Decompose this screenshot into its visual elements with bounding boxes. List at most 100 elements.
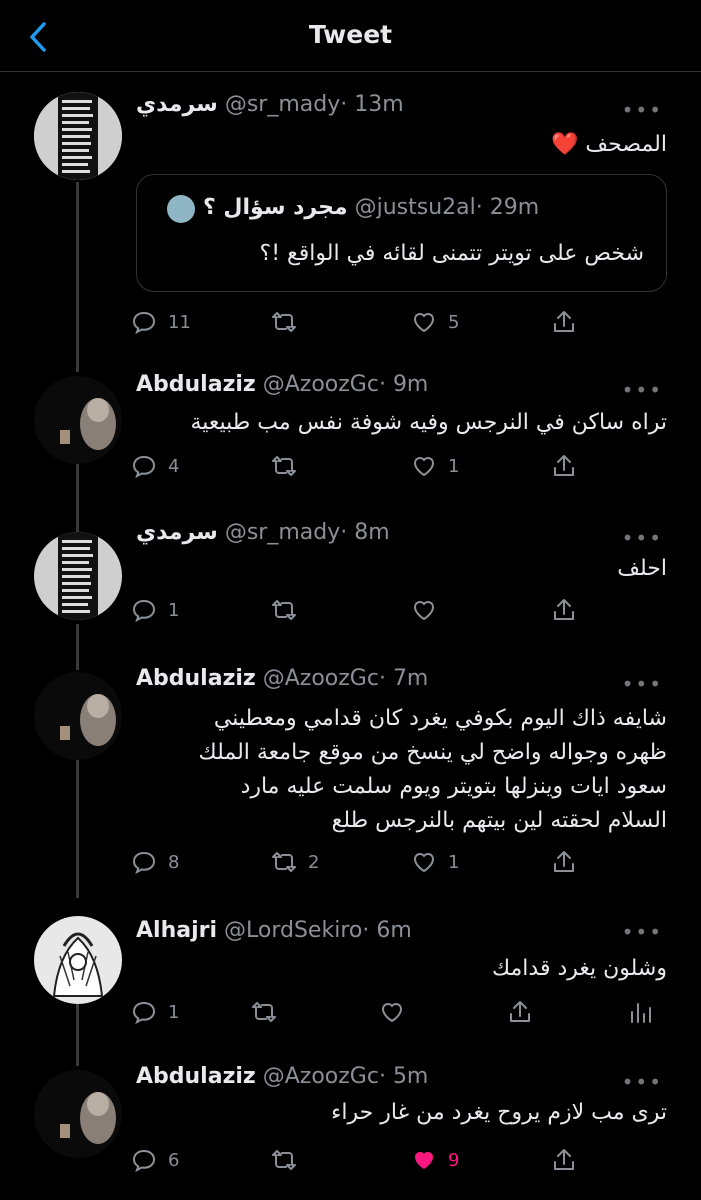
timestamp: · 7m [378,666,429,691]
tweet-line: وشلون يغرد قدامك [491,956,667,981]
avatar[interactable] [34,92,122,180]
reply-count: 1 [168,599,180,621]
avatar[interactable] [34,532,122,620]
tweet[interactable]: Abdulaziz @AzoozGc· 5m ••• ترى مب لازم ي… [0,1064,701,1200]
tweet-header: Abdulaziz @AzoozGc· 5m [136,1064,641,1098]
reply-button[interactable]: 11 [130,304,191,340]
display-name[interactable]: Abdulaziz [136,372,256,397]
avatar[interactable] [34,916,122,1004]
retweet-button[interactable] [270,1142,308,1178]
avatar[interactable] [34,1070,122,1158]
tweet-header: Abdulaziz @AzoozGc· 7m [136,666,641,700]
share-icon [554,851,574,872]
retweet-button[interactable] [250,994,278,1030]
tweet[interactable]: Abdulaziz @AzoozGc· 7m ••• شايفه ذاك الي… [0,666,701,886]
retweet-button[interactable] [270,592,308,628]
share-button[interactable] [506,994,534,1030]
timestamp: · 13m [340,92,404,117]
tweet[interactable]: Alhajri @LordSekiro· 6m ••• وشلون يغرد ق… [0,914,701,1044]
display-name[interactable]: Abdulaziz [136,1064,256,1089]
heart-icon [414,601,434,620]
page-title: Tweet [308,20,393,49]
analytics-button[interactable] [626,994,654,1030]
quoted-avatar [167,195,195,223]
analytics-icon [631,1003,651,1023]
tweet-text: شايفه ذاك اليوم بكوفي يغرد كان قدامي ومع… [136,702,667,838]
tweet-actions: 4 1 [130,448,590,484]
reply-button[interactable]: 6 [130,1142,179,1178]
handle[interactable]: @AzoozGc [263,666,379,691]
handle[interactable]: @AzoozGc [263,372,379,397]
handle[interactable]: @AzoozGc [263,1064,379,1089]
more-options-icon[interactable]: ••• [622,526,663,550]
like-button[interactable] [378,994,406,1030]
handle[interactable]: @LordSekiro [224,918,362,943]
like-button[interactable]: 1 [410,844,459,880]
more-options-icon[interactable]: ••• [622,672,663,696]
avatar-image [34,376,122,464]
like-button[interactable]: 1 [410,448,459,484]
timestamp: · 6m [362,918,412,943]
reply-button[interactable]: 1 [130,592,179,628]
avatar[interactable] [34,376,122,464]
tweet-header: Alhajri @LordSekiro· 6m [136,918,641,952]
tweet-text: ترى مب لازم يروح يغرد من غار حراء [136,1096,667,1130]
reply-button[interactable]: 1 [130,994,179,1030]
retweet-button[interactable] [270,304,308,340]
tweet[interactable]: سرمدي @sr_mady· 8m ••• احلف 1 [0,520,701,640]
like-count: 5 [448,311,460,333]
share-icon [554,455,574,476]
quoted-tweet[interactable]: مجرد سؤال ؟ @justsu2al· 29m شخص على تويت… [136,174,667,292]
avatar-image [34,1070,122,1158]
reply-icon [132,1149,156,1173]
avatar-image [34,92,122,180]
like-button[interactable]: 5 [410,304,459,340]
tweet-line: سعود ايات وينزلها بتويتر ويوم سلمت عليه … [240,774,667,799]
share-button[interactable] [550,448,578,484]
tweet-line: تراه ساكن في النرجس وفيه شوفة نفس مب طبي… [190,410,667,435]
tweet-line: السلام لحقته لين بيتهم بالنرجس طلع [331,808,667,833]
timestamp: · 9m [378,372,429,397]
avatar-image [34,672,122,760]
tweet-line: المصحف ❤️ [551,132,667,157]
tweet-actions: 6 9 [130,1142,590,1178]
display-name[interactable]: Abdulaziz [136,666,256,691]
display-name[interactable]: Alhajri [136,918,217,943]
display-name[interactable]: سرمدي [136,92,218,117]
like-button[interactable]: 9 [410,1142,459,1178]
share-button[interactable] [550,592,578,628]
avatar-image [34,916,122,1004]
tweet-line: شايفه ذاك اليوم بكوفي يغرد كان قدامي ومع… [213,706,667,731]
retweet-icon [272,852,296,872]
retweet-icon [272,312,296,332]
reply-button[interactable]: 8 [130,844,179,880]
more-options-icon[interactable]: ••• [622,98,663,122]
more-options-icon[interactable]: ••• [622,1070,663,1094]
tweet-header: سرمدي @sr_mady· 13m [136,92,641,126]
more-options-icon[interactable]: ••• [622,378,663,402]
timestamp: · 5m [378,1064,429,1089]
tweet[interactable]: Abdulaziz @AzoozGc· 9m ••• تراه ساكن في … [0,372,701,492]
tweet-header: Abdulaziz @AzoozGc· 9m [136,372,641,406]
avatar[interactable] [34,672,122,760]
share-button[interactable] [550,844,578,880]
like-button[interactable] [410,592,448,628]
reply-icon [132,311,156,335]
reply-button[interactable]: 4 [130,448,179,484]
reply-count: 1 [168,1001,180,1023]
quoted-text: شخص على تويتر تتمنى لقائه في الواقع !؟ [259,241,644,266]
handle[interactable]: @sr_mady [225,520,340,545]
tweet-text: احلف [136,552,667,586]
more-options-icon[interactable]: ••• [622,920,663,944]
handle[interactable]: @sr_mady [225,92,340,117]
tweet[interactable]: سرمدي @sr_mady· 13m ••• المصحف ❤️ مجرد س… [0,92,701,342]
retweet-button[interactable] [270,448,308,484]
display-name[interactable]: سرمدي [136,520,218,545]
tweet-actions: 1 [130,994,651,1030]
reply-icon [132,455,156,479]
reply-icon [132,1001,156,1025]
share-button[interactable] [550,304,578,340]
quoted-display-name: مجرد سؤال ؟ [203,195,348,220]
retweet-button[interactable]: 2 [270,844,319,880]
share-button[interactable] [550,1142,578,1178]
